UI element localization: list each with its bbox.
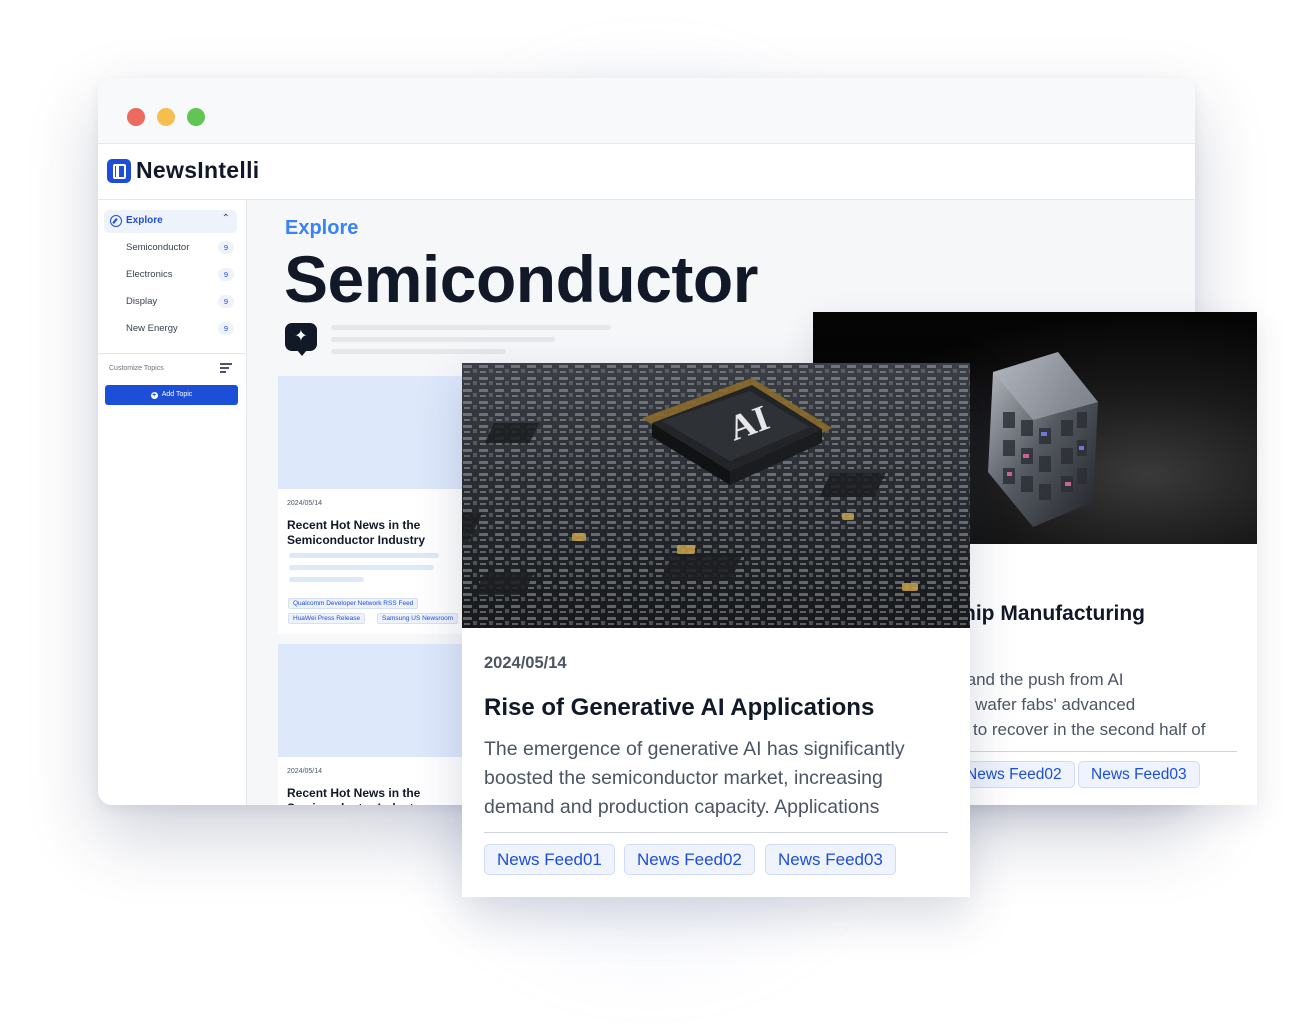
card-title: Recent Hot News in the Semiconductor Ind… bbox=[287, 786, 425, 805]
source-tag[interactable]: Samsung US Newsroom bbox=[377, 613, 459, 624]
count-badge: 9 bbox=[218, 295, 234, 308]
news-card-generative-ai[interactable]: AI 2024/05/14 Rise of Generative AI Appl… bbox=[462, 363, 970, 897]
compass-icon bbox=[110, 215, 122, 227]
sidebar-divider bbox=[98, 353, 246, 354]
summary-skeleton-line bbox=[331, 337, 555, 342]
card-skeleton-line bbox=[289, 553, 439, 558]
card-divider bbox=[484, 832, 948, 833]
app-header: NewsIntelli bbox=[98, 144, 1195, 200]
card-title: hip Manufacturing bbox=[963, 602, 1145, 625]
logo-icon bbox=[107, 159, 131, 183]
close-window-button[interactable] bbox=[127, 108, 145, 126]
chevron-up-icon[interactable]: ⌃ bbox=[222, 213, 230, 224]
sidebar-item-new-energy[interactable]: New Energy 9 bbox=[104, 318, 237, 340]
card-excerpt: nd and the push from AI nch wafer fabs' … bbox=[943, 667, 1243, 742]
card-date: 2024/05/14 bbox=[484, 654, 567, 672]
window-titlebar bbox=[98, 78, 1195, 144]
card-image: AI bbox=[462, 363, 970, 628]
news-card[interactable]: 2024/05/14 Recent Hot News in the Semico… bbox=[278, 644, 478, 805]
ai-chip-image: AI bbox=[462, 363, 970, 628]
count-badge: 9 bbox=[218, 268, 234, 281]
card-divider bbox=[963, 751, 1237, 752]
sidebar-item-label: Electronics bbox=[126, 269, 173, 280]
add-topic-button[interactable]: + Add Topic bbox=[105, 385, 238, 405]
card-excerpt-line: to recover in the second half of bbox=[973, 720, 1206, 739]
source-tag[interactable]: Qualcomm Developer Network RSS Feed bbox=[288, 598, 419, 609]
sidebar-item-electronics[interactable]: Electronics 9 bbox=[104, 264, 237, 286]
news-feed-tag[interactable]: News Feed02 bbox=[953, 761, 1075, 788]
card-excerpt-line: nch wafer fabs' advanced bbox=[943, 695, 1136, 714]
sidebar-explore[interactable]: Explore ⌃ bbox=[104, 210, 237, 233]
sidebar-explore-label: Explore bbox=[126, 215, 163, 226]
sidebar-item-display[interactable]: Display 9 bbox=[104, 291, 237, 313]
card-date: 2024/05/14 bbox=[287, 768, 323, 775]
app-logo-text[interactable]: NewsIntelli bbox=[136, 157, 259, 184]
minimize-window-button[interactable] bbox=[157, 108, 175, 126]
count-badge: 9 bbox=[218, 322, 234, 335]
news-feed-tag[interactable]: News Feed02 bbox=[624, 844, 755, 875]
breadcrumb[interactable]: Explore bbox=[285, 217, 358, 240]
card-image-placeholder bbox=[278, 644, 478, 757]
news-feed-tag[interactable]: News Feed01 bbox=[484, 844, 615, 875]
maximize-window-button[interactable] bbox=[187, 108, 205, 126]
source-tag[interactable]: HuaWei Press Release bbox=[288, 613, 366, 624]
sidebar: Explore ⌃ Semiconductor 9 Electronics 9 … bbox=[98, 200, 247, 805]
summary-skeleton-line bbox=[331, 349, 506, 354]
news-card[interactable]: 2024/05/14 Recent Hot News in the Semico… bbox=[278, 376, 478, 634]
news-feed-tag[interactable]: News Feed03 bbox=[1078, 761, 1200, 788]
sidebar-item-label: Display bbox=[126, 296, 158, 307]
sidebar-item-semiconductor[interactable]: Semiconductor 9 bbox=[104, 237, 237, 259]
glass-cube-image bbox=[988, 352, 1098, 527]
ai-sparkle-icon[interactable]: ✦ bbox=[285, 323, 317, 356]
filter-settings-icon[interactable] bbox=[220, 362, 232, 374]
news-feed-tag[interactable]: News Feed03 bbox=[765, 844, 896, 875]
card-title[interactable]: Rise of Generative AI Applications bbox=[484, 694, 874, 722]
card-title: Recent Hot News in the Semiconductor Ind… bbox=[287, 518, 426, 547]
summary-skeleton-line bbox=[331, 325, 611, 330]
count-badge: 9 bbox=[218, 241, 234, 254]
card-skeleton-line bbox=[289, 577, 364, 582]
customize-topics-label: Customize Topics bbox=[109, 365, 164, 372]
card-date: 2024/05/14 bbox=[287, 500, 323, 507]
sidebar-item-label: Semiconductor bbox=[126, 242, 190, 253]
add-topic-label: Add Topic bbox=[161, 391, 193, 398]
card-skeleton-line bbox=[289, 565, 434, 570]
plus-icon: + bbox=[150, 392, 158, 399]
page-title: Semiconductor bbox=[284, 242, 758, 316]
card-excerpt-line: nd and the push from AI bbox=[943, 670, 1124, 689]
card-image-placeholder bbox=[278, 376, 478, 489]
card-excerpt: The emergence of generative AI has signi… bbox=[484, 738, 905, 818]
sidebar-item-label: New Energy bbox=[126, 323, 178, 334]
